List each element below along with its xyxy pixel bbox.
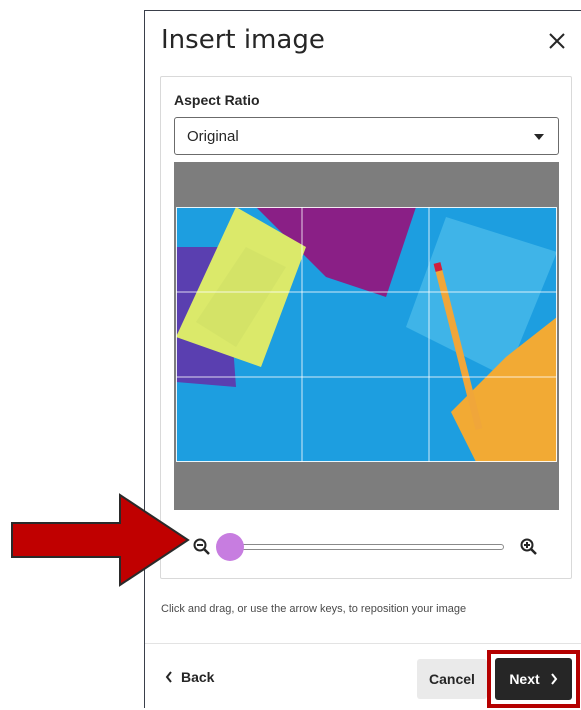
cancel-button[interactable]: Cancel	[417, 659, 487, 699]
back-button-label: Back	[181, 669, 215, 685]
zoom-slider-thumb[interactable]	[216, 533, 244, 561]
cancel-button-label: Cancel	[429, 671, 475, 687]
chevron-down-icon	[534, 134, 544, 140]
next-button[interactable]: Next	[495, 658, 572, 700]
close-button[interactable]	[541, 25, 573, 57]
image-crop-area[interactable]	[174, 162, 559, 510]
aspect-ratio-value: Original	[187, 128, 239, 145]
chevron-left-icon	[165, 671, 172, 683]
image-preview[interactable]	[176, 207, 557, 462]
zoom-controls	[174, 527, 559, 567]
back-button[interactable]: Back	[165, 669, 214, 685]
image-editor-panel: Aspect Ratio Original	[160, 76, 572, 579]
zoom-out-icon[interactable]	[192, 537, 212, 557]
reposition-hint: Click and drag, or use the arrow keys, t…	[161, 603, 467, 615]
aspect-ratio-label: Aspect Ratio	[174, 92, 260, 108]
next-button-highlight: Next	[487, 650, 580, 708]
chevron-right-icon	[550, 673, 557, 685]
image-content	[176, 207, 557, 462]
dialog-footer: Back Cancel Next	[145, 643, 581, 710]
red-arrow-annotation	[11, 493, 190, 587]
insert-image-dialog: Insert image Aspect Ratio Original Click…	[144, 10, 581, 710]
dialog-title: Insert image	[161, 25, 325, 55]
close-icon	[549, 33, 565, 49]
next-button-label: Next	[509, 671, 540, 687]
zoom-in-icon[interactable]	[519, 537, 539, 557]
zoom-slider-track[interactable]	[229, 544, 504, 550]
aspect-ratio-select[interactable]: Original	[174, 117, 559, 155]
